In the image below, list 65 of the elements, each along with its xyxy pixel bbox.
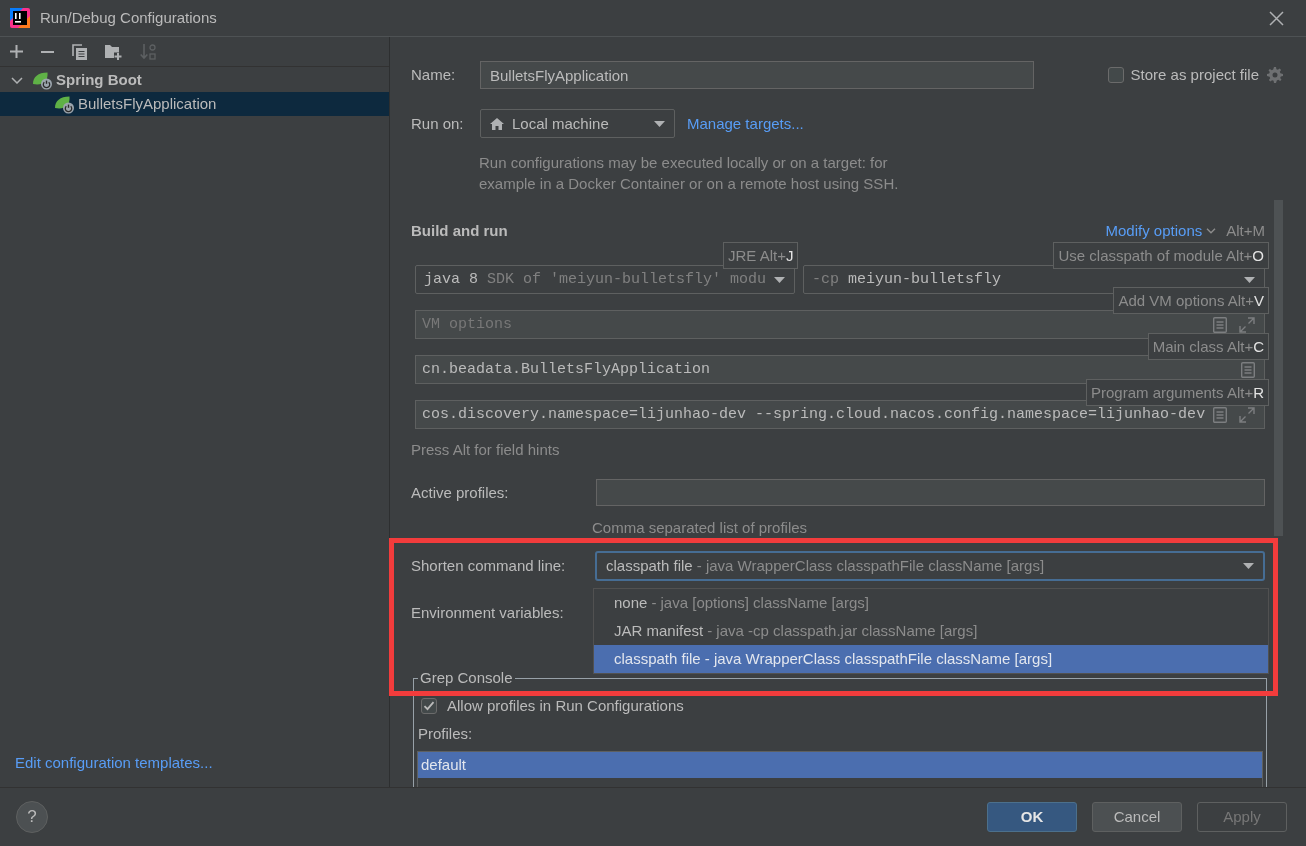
- field-label: Active profiles:: [411, 483, 510, 502]
- dropdown-option[interactable]: JAR manifest - java -cp classpath.jar className [args]: [594, 617, 1268, 645]
- dropdown-option[interactable]: classpath file - java WrapperClass classpathFile className [args]: [594, 645, 1268, 673]
- home-icon: [490, 117, 504, 130]
- field-hint: Program arguments Alt+R: [1086, 379, 1269, 406]
- shorten-command-line-combo[interactable]: classpath file - java WrapperClass classpathFile className [args]: [595, 551, 1265, 581]
- help-button[interactable]: ?: [16, 801, 48, 833]
- document-icon[interactable]: [1213, 316, 1227, 333]
- checkbox-label: Store as project file: [1130, 66, 1259, 84]
- close-icon: [1269, 10, 1284, 26]
- caret-down-icon: [1244, 276, 1255, 283]
- help-text: Run configurations may be executed locally or on a target: for example in a Docker Container or on a remote host using SSH.: [479, 153, 900, 194]
- templates-link[interactable]: Edit configuration templates...: [15, 754, 213, 772]
- window-title: Run/Debug Configurations: [40, 9, 217, 27]
- name-field[interactable]: BulletsFlyApplication: [480, 61, 1034, 89]
- help-text: Comma separated list of profiles: [592, 519, 808, 536]
- add-icon[interactable]: [10, 45, 23, 58]
- tree-item[interactable]: BulletsFlyApplication: [0, 92, 389, 116]
- caret-down-icon: [774, 276, 785, 283]
- caret-down-icon: [1243, 563, 1254, 569]
- new-folder-icon[interactable]: [105, 43, 122, 60]
- chevron-down-icon[interactable]: [11, 76, 23, 84]
- field-label: Environment variables:: [411, 604, 564, 622]
- run-target-combo[interactable]: Local machine: [480, 109, 675, 138]
- expand-icon[interactable]: [1239, 316, 1255, 333]
- program-arguments-field[interactable]: cos.discovery.namespace=lijunhao-dev --spring.cloud.nacos.config.namespace=lijunhao-dev: [415, 400, 1265, 429]
- spring-leaf-icon: [54, 94, 75, 114]
- document-icon[interactable]: [1241, 361, 1255, 378]
- jre-combo[interactable]: java 8 SDK of 'meiyun-bulletsfly' modu: [415, 265, 795, 294]
- field-hint: Add VM options Alt+V: [1113, 287, 1269, 314]
- field-label: Name:: [411, 66, 457, 84]
- dialog-button[interactable]: OK: [987, 802, 1077, 832]
- remove-icon[interactable]: [41, 50, 54, 53]
- field-label: Profiles:: [418, 726, 473, 742]
- dialog-button[interactable]: Cancel: [1092, 802, 1182, 832]
- field-hint: JRE Alt+J: [723, 242, 799, 269]
- active-profiles-field[interactable]: [596, 479, 1265, 506]
- dropdown-option[interactable]: none - java [options] className [args]: [594, 589, 1268, 617]
- shortcut-label: Alt+M: [1226, 221, 1265, 240]
- copy-icon[interactable]: [72, 43, 87, 60]
- manage-targets-link[interactable]: Manage targets...: [687, 114, 804, 133]
- field-label: Shorten command line:: [411, 557, 567, 575]
- section-title: Build and run: [411, 221, 508, 240]
- gear-icon[interactable]: [1267, 67, 1283, 83]
- program-arguments-input[interactable]: cos.discovery.namespace=lijunhao-dev --spring.cloud.nacos.config.namespace=lijunhao-dev: [422, 405, 1213, 424]
- modify-options-link[interactable]: Modify options: [1105, 221, 1217, 240]
- checkbox-label: Allow profiles in Run Configurations: [447, 697, 684, 715]
- field-hint: Main class Alt+C: [1147, 333, 1269, 360]
- checkbox[interactable]: [421, 698, 437, 714]
- list-item[interactable]: default: [418, 752, 1262, 778]
- group-title: Grep Console: [418, 669, 515, 687]
- field-label: Run on:: [411, 114, 465, 133]
- expand-icon[interactable]: [1239, 406, 1255, 423]
- document-icon[interactable]: [1213, 406, 1227, 423]
- tree-item[interactable]: Spring Boot: [0, 68, 389, 92]
- caret-down-icon: [654, 120, 665, 127]
- close-button[interactable]: [1269, 10, 1284, 26]
- hint-text: Press Alt for field hints: [411, 441, 560, 459]
- spring-leaf-icon: [32, 70, 53, 90]
- main-class-input[interactable]: cn.beadata.BulletsFlyApplication: [422, 360, 1241, 379]
- chevron-down-icon: [1206, 227, 1217, 234]
- checkbox[interactable]: [1107, 67, 1124, 83]
- app-logo-icon: [10, 8, 30, 28]
- field-hint: Use classpath of module Alt+O: [1053, 242, 1269, 269]
- main-class-field[interactable]: cn.beadata.BulletsFlyApplication: [415, 355, 1265, 384]
